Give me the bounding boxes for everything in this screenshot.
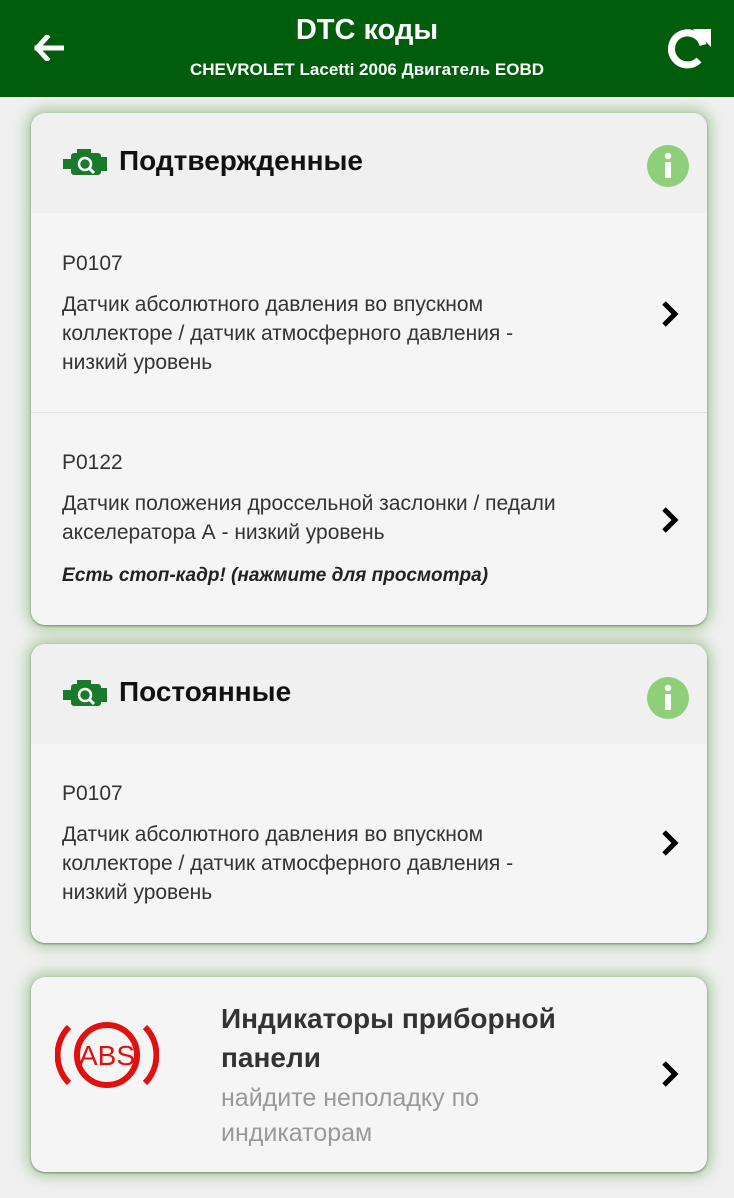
refresh-icon [668,29,711,69]
confirmed-codes-card: Подтвержденные P0107 Датчик абсолютного … [31,113,707,625]
freeze-frame-note[interactable]: Есть стоп-кадр! (нажмите для просмотра) [62,565,488,587]
dashboard-title: Индикаторы приборной панели [221,1003,556,1073]
section-title: Постоянные [119,676,292,707]
info-icon[interactable] [647,677,689,719]
section-header: Подтвержденные [31,113,707,213]
chevron-right-icon [662,1061,679,1087]
svg-text:ABS: ABS [79,1040,135,1071]
dtc-row[interactable]: P0107 Датчик абсолютного давления во впу… [31,213,707,412]
dtc-description: Датчик абсолютного давления во впускном … [62,293,514,374]
dtc-code: P0107 [62,252,123,275]
chevron-right-icon [662,507,679,533]
dashboard-indicators-card[interactable]: ABS Индикаторы приборной панели найдите … [31,977,707,1172]
vehicle-subtitle: CHEVROLET Lacetti 2006 Двигатель EOBD [189,60,545,79]
permanent-codes-card: Постоянные P0107 Датчик абсолютного давл… [31,644,707,943]
section-header: Постоянные [31,644,707,744]
page-title: DTC коды [295,14,439,46]
dashboard-subtitle: найдите неполадку по индикаторам [221,1084,480,1147]
chevron-right-icon [662,301,679,327]
section-title: Подтвержденные [119,145,364,176]
refresh-button[interactable] [656,16,720,80]
dtc-code: P0107 [62,782,123,805]
abs-warning-icon: ABS [55,1022,159,1088]
dtc-code: P0122 [62,451,123,474]
top-app-bar: DTC коды CHEVROLET Lacetti 2006 Двигател… [0,0,734,97]
info-icon[interactable] [647,145,689,187]
engine-check-icon [63,680,107,706]
engine-check-icon [63,149,107,175]
dtc-row[interactable]: P0122 Датчик положения дроссельной засло… [31,412,707,625]
dtc-description: Датчик абсолютного давления во впускном … [62,823,514,904]
dtc-row[interactable]: P0107 Датчик абсолютного давления во впу… [31,744,707,943]
chevron-right-icon [662,830,679,856]
dtc-description: Датчик положения дроссельной заслонки / … [62,492,556,544]
